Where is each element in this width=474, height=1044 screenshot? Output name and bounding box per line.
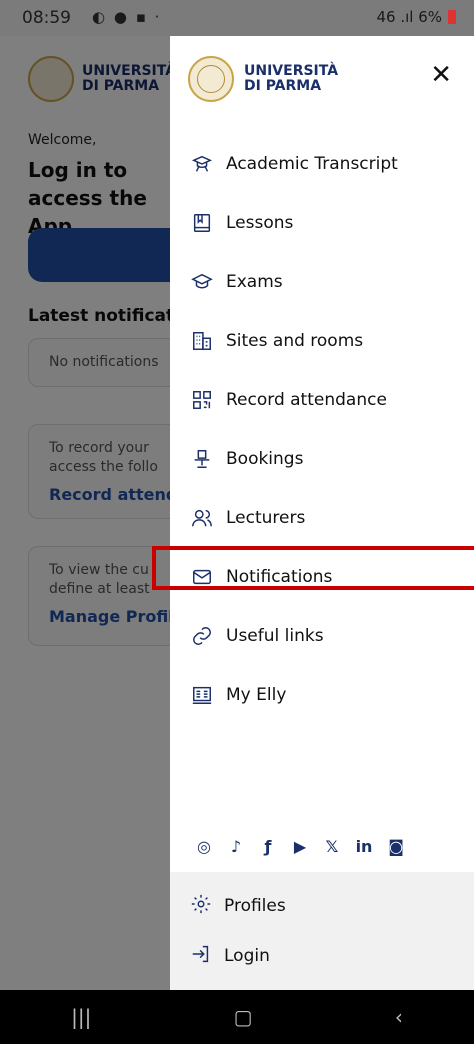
facebook-icon[interactable]: ƒ	[258, 836, 278, 856]
book-icon	[190, 211, 214, 235]
mail-icon	[190, 565, 214, 589]
logo-line1: UNIVERSITÀ	[244, 63, 339, 79]
login-arrow-icon	[190, 943, 212, 969]
tiktok-icon[interactable]: ♪	[226, 836, 246, 856]
profiles-button[interactable]: Profiles	[190, 886, 286, 926]
people-icon	[190, 506, 214, 530]
qr-code-icon	[190, 388, 214, 412]
signal-text: 46 .ıl 6%	[376, 8, 442, 26]
university-seal-icon	[188, 56, 234, 102]
social-links: ◎ ♪ ƒ ▶ 𝕏 in ◙	[194, 836, 406, 856]
notification-icons: ◐ ● ▪ ·	[92, 8, 162, 26]
desk-chair-icon	[190, 447, 214, 471]
menu-item-notifications[interactable]: Notifications	[190, 557, 460, 597]
gear-icon	[190, 893, 212, 919]
status-time: 08:59	[22, 8, 71, 28]
status-bar: 08:59 ◐ ● ▪ · 46 .ıl 6%	[0, 0, 474, 36]
menu-item-sites-and-rooms[interactable]: Sites and rooms	[190, 321, 460, 361]
linkedin-icon[interactable]: in	[354, 836, 374, 856]
drawer-footer: Profiles Login	[170, 872, 474, 990]
graduation-cap-icon	[190, 270, 214, 294]
link-icon	[190, 624, 214, 648]
menu-item-my-elly[interactable]: My Elly	[190, 675, 460, 715]
building-icon	[190, 329, 214, 353]
menu-item-academic-transcript[interactable]: Academic Transcript	[190, 144, 460, 184]
menu-item-exams[interactable]: Exams	[190, 262, 460, 302]
logo-line2: DI PARMA	[244, 78, 322, 94]
home-icon[interactable]: ▢	[234, 1005, 253, 1029]
navigation-drawer: UNIVERSITÀ DI PARMA ✕ Academic Transcrip…	[170, 36, 474, 990]
system-nav-bar: ||| ▢ ‹	[0, 990, 474, 1044]
flickr-icon[interactable]: ◙	[386, 836, 406, 856]
recent-apps-icon[interactable]: |||	[71, 1005, 91, 1029]
university-logo-text: UNIVERSITÀ DI PARMA	[244, 64, 338, 94]
elly-icon	[190, 683, 214, 707]
battery-icon	[448, 10, 456, 24]
menu-item-useful-links[interactable]: Useful links	[190, 616, 460, 656]
drawer-header: UNIVERSITÀ DI PARMA	[188, 56, 338, 102]
menu-item-lessons[interactable]: Lessons	[190, 203, 460, 243]
youtube-icon[interactable]: ▶	[290, 836, 310, 856]
menu-item-lecturers[interactable]: Lecturers	[190, 498, 460, 538]
status-right: 46 .ıl 6%	[376, 8, 456, 26]
x-icon[interactable]: 𝕏	[322, 836, 342, 856]
back-icon[interactable]: ‹	[395, 1005, 403, 1029]
menu-item-record-attendance[interactable]: Record attendance	[190, 380, 460, 420]
close-icon[interactable]: ✕	[430, 60, 452, 90]
menu-item-bookings[interactable]: Bookings	[190, 439, 460, 479]
instagram-icon[interactable]: ◎	[194, 836, 214, 856]
graduate-icon	[190, 152, 214, 176]
login-button[interactable]: Login	[190, 936, 270, 976]
